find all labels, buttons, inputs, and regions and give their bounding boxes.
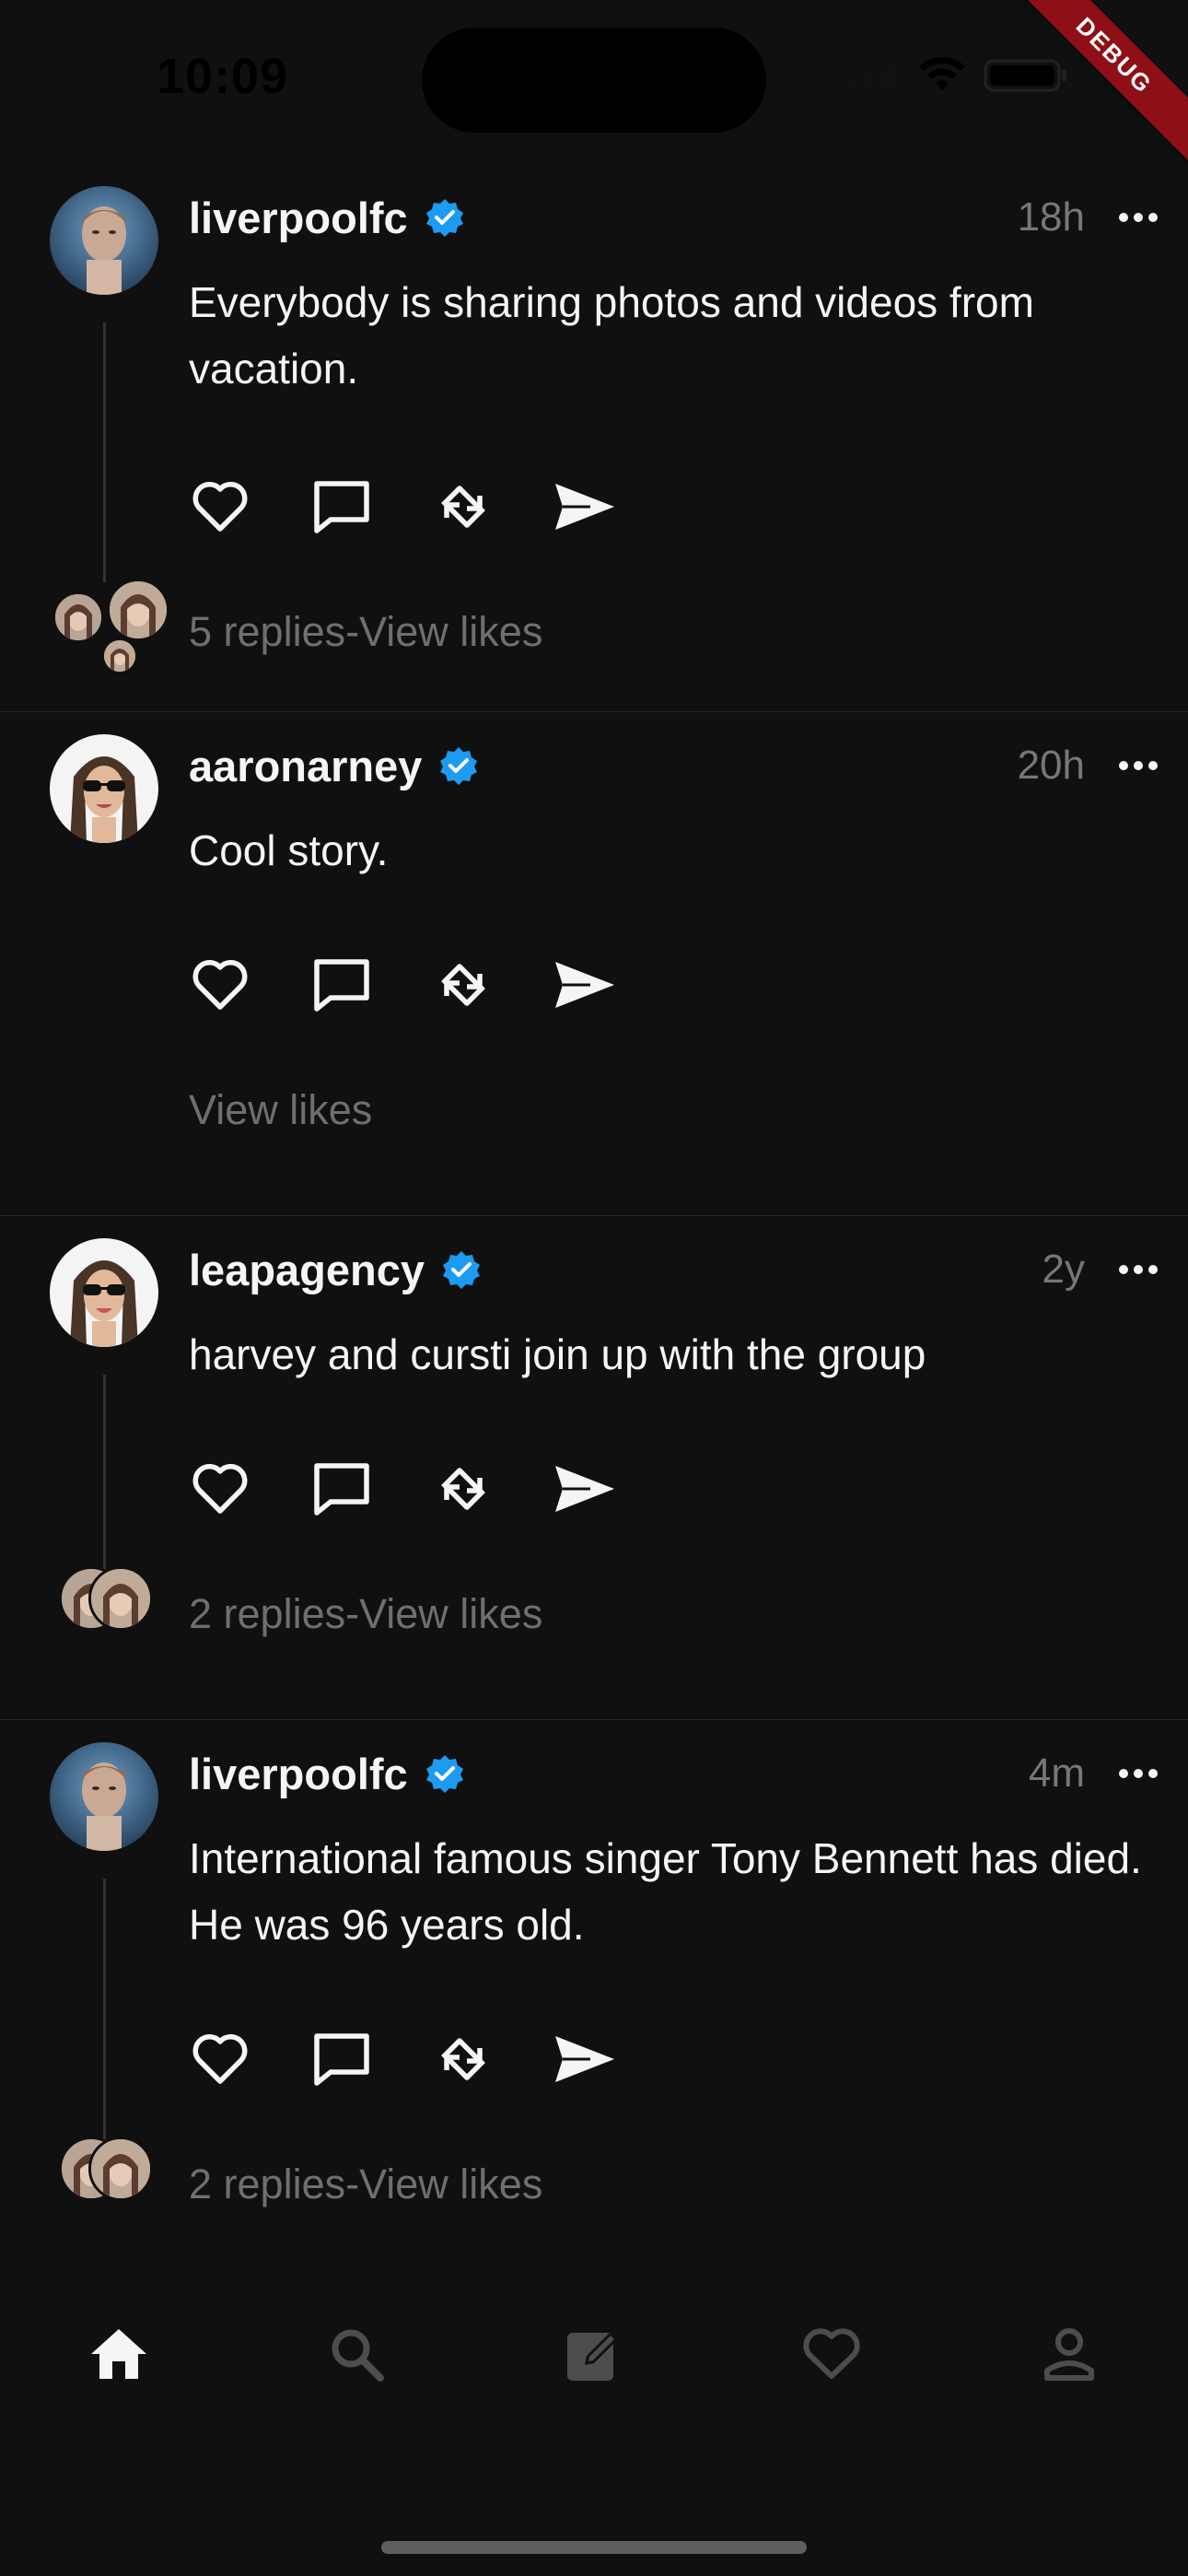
timestamp: 4m [1028,1751,1085,1796]
feed[interactable]: liverpoolfc 18h Everybody is sharing pho… [0,175,1188,2291]
heart-icon[interactable] [189,2028,251,2090]
wifi-icon [919,57,965,90]
avatar[interactable] [50,734,158,843]
timestamp: 18h [1017,194,1085,240]
cellular-signal-icon [849,62,899,89]
post-actions [189,1458,616,1520]
verified-badge-icon [441,1249,482,1290]
post-meta[interactable]: View likes [189,1086,372,1134]
home-indicator[interactable] [381,2541,807,2554]
post-actions [189,954,616,1016]
more-options-icon[interactable] [1116,1751,1160,1796]
username[interactable]: liverpoolfc [189,1749,408,1799]
status-bar: 10:09 DEBUG [0,0,1188,170]
send-icon[interactable] [553,1458,616,1520]
post-text: Cool story. [189,826,389,874]
username[interactable]: leapagency [189,1245,425,1295]
profile-icon[interactable] [1009,2308,1129,2400]
post-meta[interactable]: 5 replies-View likes [189,608,542,656]
post-header: liverpoolfc 4m [189,1746,1160,1801]
post-actions [189,475,616,538]
reply-avatars[interactable] [50,579,169,682]
post-header: aaronarney 20h [189,738,1160,793]
reply-avatar [107,579,169,641]
reply-avatar [88,1566,153,1631]
status-time: 10:09 [157,49,289,104]
send-icon[interactable] [553,954,616,1016]
post[interactable]: aaronarney 20h Cool story. View likes [0,712,1188,1216]
thread-line [103,1375,106,1585]
repost-icon[interactable] [432,1458,495,1520]
more-options-icon[interactable] [1116,744,1160,788]
send-icon[interactable] [553,475,616,538]
search-icon[interactable] [297,2308,416,2400]
post-header: leapagency 2y [189,1242,1160,1297]
reply-avatar [88,2137,153,2201]
comment-icon[interactable] [310,2028,373,2090]
post-text: Everybody is sharing photos and videos f… [189,278,1034,392]
comment-icon[interactable] [310,475,373,538]
heart-icon[interactable] [189,475,251,538]
post-text: harvey and cursti join up with the group [189,1330,926,1378]
post-meta[interactable]: 2 replies-View likes [189,1590,542,1638]
heart-icon[interactable] [189,954,251,1016]
status-icons [849,57,1068,94]
post-header: liverpoolfc 18h [189,190,1160,245]
bottom-navigation [0,2285,1188,2460]
reply-avatars[interactable] [50,1566,169,1668]
reply-avatar [101,638,138,674]
avatar[interactable] [50,186,158,295]
verified-badge-icon [438,745,479,786]
more-options-icon[interactable] [1116,195,1160,240]
repost-icon[interactable] [432,954,495,1016]
home-icon[interactable] [59,2308,179,2400]
battery-icon [984,59,1066,92]
timestamp: 2y [1042,1247,1085,1292]
post[interactable]: leapagency 2y harvey and cursti join up … [0,1216,1188,1720]
timestamp: 20h [1017,743,1085,788]
dynamic-island [422,28,766,133]
comment-icon[interactable] [310,1458,373,1520]
post[interactable]: liverpoolfc 4m International famous sing… [0,1720,1188,2291]
post[interactable]: liverpoolfc 18h Everybody is sharing pho… [0,175,1188,712]
reply-avatars[interactable] [50,2137,169,2238]
username[interactable]: aaronarney [189,741,422,791]
thread-line [103,322,106,582]
activity-heart-icon[interactable] [772,2308,891,2400]
post-actions [189,2028,616,2090]
comment-icon[interactable] [310,954,373,1016]
more-options-icon[interactable] [1116,1247,1160,1292]
avatar[interactable] [50,1742,158,1851]
compose-icon[interactable] [534,2308,654,2400]
post-meta[interactable]: 2 replies-View likes [189,2160,542,2208]
username[interactable]: liverpoolfc [189,193,408,243]
send-icon[interactable] [553,2028,616,2090]
verified-badge-icon [425,1753,465,1794]
reply-avatar [52,591,104,643]
verified-badge-icon [425,197,465,238]
avatar[interactable] [50,1238,158,1347]
heart-icon[interactable] [189,1458,251,1520]
thread-line [103,1879,106,2151]
repost-icon[interactable] [432,2028,495,2090]
post-text: International famous singer Tony Bennett… [189,1834,1142,1949]
repost-icon[interactable] [432,475,495,538]
